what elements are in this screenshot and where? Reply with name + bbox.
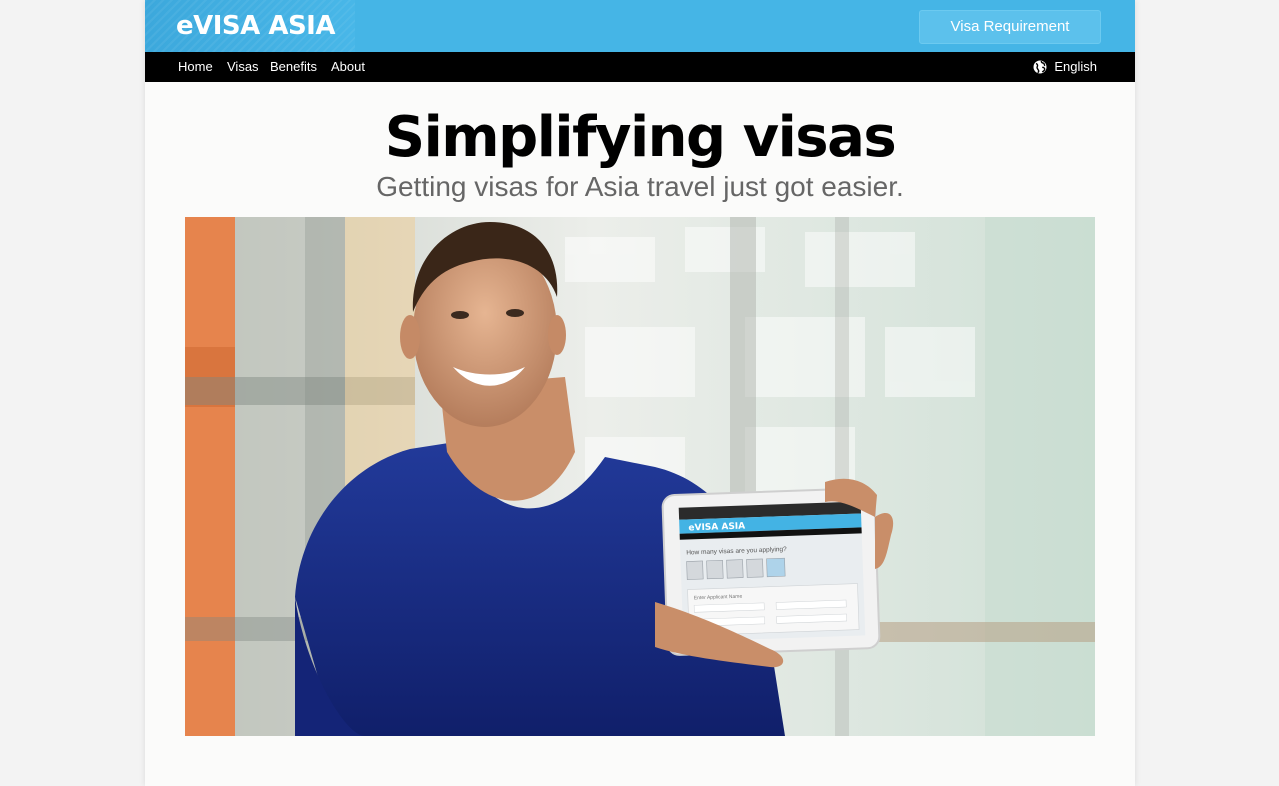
top-header: eVISA ASIA Visa Requirement: [145, 0, 1135, 52]
hero-title: Simplifying visas: [384, 105, 897, 170]
language-selector[interactable]: English: [1033, 52, 1097, 82]
page-container: eVISA ASIA Visa Requirement Home Visas B…: [145, 0, 1135, 786]
hero-subtitle: Getting visas for Asia travel just got e…: [376, 171, 904, 202]
globe-icon: [1033, 60, 1047, 74]
nav-item-about[interactable]: About: [331, 52, 365, 82]
nav-item-benefits[interactable]: Benefits: [270, 52, 317, 82]
main-nav: Home Visas Benefits About English: [145, 52, 1135, 82]
nav-item-visas[interactable]: Visas: [227, 52, 259, 82]
tablet-logo-text: eVISA ASIA: [688, 521, 745, 533]
visa-requirement-button[interactable]: Visa Requirement: [919, 10, 1101, 44]
hero-photo-illustration: eVISA ASIA How many visas are you applyi…: [185, 217, 1095, 736]
nav-item-home[interactable]: Home: [178, 52, 213, 82]
language-label: English: [1054, 59, 1097, 74]
hero-photo: eVISA ASIA How many visas are you applyi…: [185, 217, 1095, 736]
site-logo[interactable]: eVISA ASIA: [176, 9, 335, 43]
